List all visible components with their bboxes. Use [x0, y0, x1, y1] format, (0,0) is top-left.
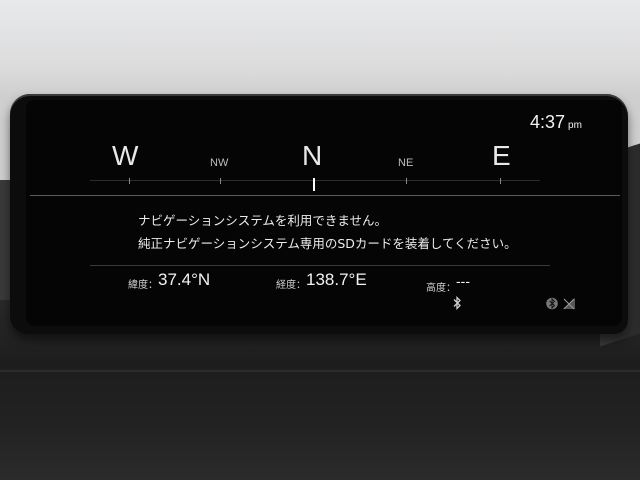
altitude-value: ---	[456, 273, 470, 289]
longitude-value: 138.7°E	[306, 270, 367, 289]
info-divider	[90, 265, 550, 266]
compass-east: E	[492, 140, 511, 171]
longitude-label: 経度：	[276, 280, 306, 291]
latitude-value: 37.4°N	[158, 270, 211, 289]
compass-tick-west	[129, 178, 130, 184]
compass-scale-line	[90, 180, 540, 181]
compass-divider	[30, 195, 620, 196]
sd-card-instruction: 純正ナビゲーションシステム専用のSDカードを装着してください。	[138, 236, 517, 251]
altitude-label: 高度：	[426, 283, 456, 294]
compass-heading-needle	[313, 178, 315, 191]
compass-west: W	[112, 140, 139, 171]
latitude-label: 緯度：	[128, 280, 158, 291]
compass-north: N	[302, 140, 323, 171]
status-clock: 4:37 pm	[530, 112, 582, 133]
compass-northeast: NE	[398, 157, 414, 169]
no-signal-icon	[563, 298, 575, 310]
bluetooth-status-icon	[546, 297, 558, 310]
clock-time: 4:37	[530, 112, 566, 132]
compass-tick-northwest	[220, 178, 221, 184]
bluetooth-icon	[453, 296, 461, 310]
clock-ampm: pm	[568, 120, 582, 131]
compass-tick-northeast	[406, 178, 407, 184]
nav-unavailable-message: ナビゲーションシステムを利用できません。	[138, 213, 388, 228]
compass-tick-east	[500, 178, 501, 184]
compass-northwest: NW	[210, 157, 229, 169]
